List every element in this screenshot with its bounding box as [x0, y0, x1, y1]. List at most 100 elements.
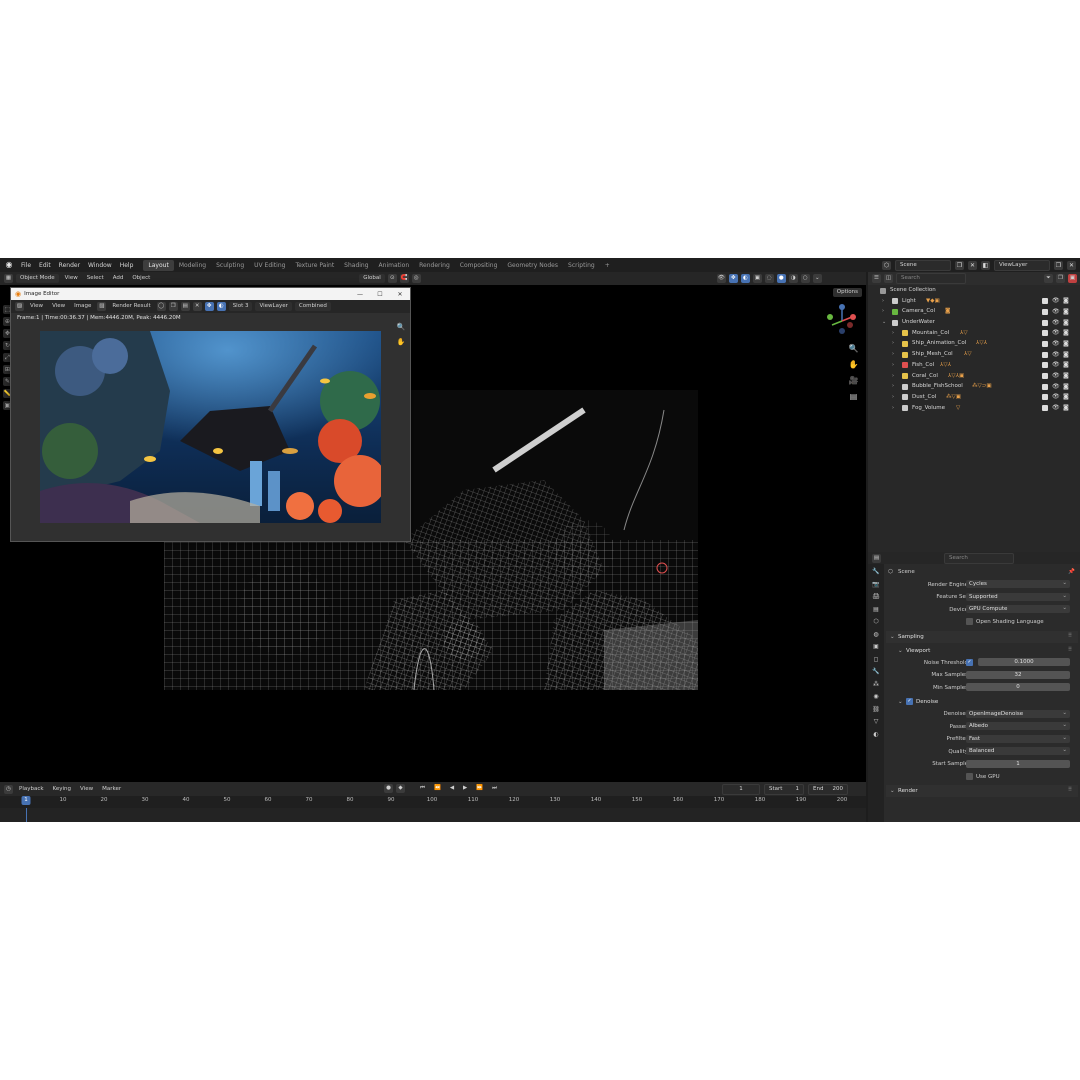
outliner-editor-icon[interactable]: ☰ — [872, 274, 881, 283]
render-camera-icon[interactable]: ◙ — [1063, 394, 1070, 400]
render-camera-icon[interactable]: ◙ — [1063, 340, 1070, 347]
jump-start-icon[interactable]: ⏮ — [417, 784, 428, 793]
wireframe-shading-icon[interactable]: ◌ — [764, 274, 774, 283]
rendered-shading-icon[interactable]: ○ — [800, 274, 810, 283]
menu-file[interactable]: File — [17, 262, 35, 269]
open-folder-icon[interactable]: ▤ — [180, 302, 190, 311]
render-camera-icon[interactable]: ◙ — [1063, 362, 1070, 368]
expand-arrow-icon[interactable]: › — [892, 349, 894, 360]
eye-icon[interactable]: 👁 — [1052, 362, 1060, 368]
physics-tab-icon[interactable]: ◉ — [872, 692, 881, 701]
tab-rendering[interactable]: Rendering — [414, 260, 455, 271]
eye-icon[interactable]: 👁 — [1052, 351, 1060, 358]
render-tab-icon[interactable]: 📷 — [872, 580, 881, 589]
delete-scene-icon[interactable]: ✕ — [968, 261, 977, 270]
minimize-button[interactable]: — — [350, 291, 370, 298]
scene-field[interactable]: Scene — [895, 260, 951, 271]
fake-user-icon[interactable]: ◯ — [156, 302, 166, 311]
material-shading-icon[interactable]: ◑ — [788, 274, 798, 283]
include-checkbox[interactable] — [1042, 308, 1048, 315]
eye-icon[interactable]: 👁 — [1052, 394, 1060, 400]
options-button[interactable]: Options — [832, 288, 862, 297]
viewport-subsection[interactable]: ⌄ Viewport ⠿ — [886, 644, 1078, 657]
filter-icon[interactable]: ⏷ — [1044, 274, 1053, 283]
transform-orientation-dropdown[interactable]: Global — [359, 274, 385, 283]
particles-tab-icon[interactable]: ⁂ — [872, 680, 881, 689]
tab-uv-editing[interactable]: UV Editing — [249, 260, 290, 271]
record-icon[interactable]: ● — [384, 784, 393, 793]
snap-icon[interactable]: 🧲 — [399, 274, 409, 283]
outliner-row-dust-col[interactable]: › Dust_Col ⁂▽▣ 👁 ◙ — [868, 392, 1080, 403]
camera-view-icon[interactable]: 🎥 — [848, 375, 859, 386]
marker-menu[interactable]: Marker — [99, 785, 124, 794]
new-view-layer-icon[interactable]: ❐ — [1054, 261, 1063, 270]
play-icon[interactable]: ▶ — [460, 784, 470, 793]
pan-hand-icon[interactable]: ✋ — [396, 337, 406, 347]
image-editor-window[interactable]: ◉ Image Editor — ☐ ✕ ▨ View View Image ▨… — [10, 287, 411, 542]
outliner-row-coral-col[interactable]: › Coral_Col ⅄▽⅄▣ 👁 ◙ — [868, 371, 1080, 382]
scene-collection-row[interactable]: Scene Collection — [868, 285, 1080, 296]
include-checkbox[interactable] — [1042, 394, 1048, 401]
tab-modeling[interactable]: Modeling — [174, 260, 211, 271]
render-engine-dropdown[interactable]: Cycles — [966, 579, 1070, 588]
expand-arrow-icon[interactable]: › — [882, 306, 884, 317]
unlink-icon[interactable]: ✕ — [192, 302, 202, 311]
image-browse-icon[interactable]: ▨ — [97, 302, 107, 311]
pivot-icon[interactable]: ⊙ — [387, 274, 397, 283]
view-layer-field[interactable]: ViewLayer — [994, 260, 1050, 271]
duplicate-icon[interactable]: ❐ — [168, 302, 178, 311]
timeline-view-menu[interactable]: View — [77, 785, 96, 794]
outliner-action-icon[interactable]: ▣ — [1068, 274, 1077, 283]
eye-icon[interactable]: 👁 — [1052, 330, 1060, 336]
outliner-row-camera-col[interactable]: › Camera_Col ◙ 👁 ◙ — [868, 306, 1080, 317]
maximize-button[interactable]: ☐ — [370, 291, 390, 298]
blender-logo-icon[interactable]: ◉ — [4, 260, 14, 270]
play-reverse-icon[interactable]: ◀ — [447, 784, 457, 793]
menu-help[interactable]: Help — [116, 262, 138, 269]
outliner-row-fog-volume[interactable]: › Fog_Volume ▽ 👁 ◙ — [868, 403, 1080, 414]
drag-handle-icon[interactable]: ⠿ — [1068, 647, 1072, 653]
properties-search-input[interactable]: Search — [944, 552, 1014, 564]
menu-render[interactable]: Render — [55, 262, 84, 269]
include-checkbox[interactable] — [1042, 405, 1048, 412]
outliner-search-input[interactable]: Search — [896, 273, 966, 284]
prefilter-dropdown[interactable]: Fast — [966, 734, 1070, 743]
visibility-icon[interactable]: 👁 — [716, 274, 726, 283]
view-layer-icon[interactable]: ◧ — [981, 261, 990, 270]
close-button[interactable]: ✕ — [390, 291, 410, 298]
quality-dropdown[interactable]: Balanced — [966, 746, 1070, 755]
zoom-icon[interactable]: 🔍 — [396, 322, 406, 332]
eye-icon[interactable]: 👁 — [1052, 319, 1060, 326]
pass-dropdown[interactable]: Combined — [294, 302, 331, 311]
outliner-row-light[interactable]: › Light ▼◆▣ 👁 ◙ — [868, 296, 1080, 307]
outliner-row-underwater[interactable]: ⌄ UnderWater 👁 ◙ — [868, 317, 1080, 328]
noise-threshold-checkbox[interactable]: ✓ — [966, 658, 973, 666]
editor-type-icon[interactable]: ▨ — [15, 302, 24, 311]
outliner-row-fish-col[interactable]: › Fish_Col ⅄▽⅄ 👁 ◙ — [868, 360, 1080, 371]
tab-geometry-nodes[interactable]: Geometry Nodes — [502, 260, 563, 271]
material-tab-icon[interactable]: ◐ — [872, 730, 881, 739]
device-dropdown[interactable]: GPU Compute — [966, 604, 1070, 613]
timeline-ruler[interactable]: 1 10 20 30 40 50 60 70 80 90 100 110 120… — [0, 796, 866, 808]
drag-handle-icon[interactable]: ⠿ — [1068, 787, 1072, 793]
expand-arrow-icon[interactable]: › — [892, 392, 894, 403]
pin-icon[interactable]: 📌 — [1068, 569, 1075, 575]
constraints-tab-icon[interactable]: ⛓ — [872, 705, 881, 714]
zoom-icon[interactable]: 🔍 — [848, 343, 859, 354]
tab-texture-paint[interactable]: Texture Paint — [290, 260, 339, 271]
menu-view[interactable]: View — [62, 274, 81, 283]
playhead[interactable]: 1 — [21, 796, 31, 805]
keying-menu[interactable]: Keying — [50, 785, 74, 794]
window-titlebar[interactable]: ◉ Image Editor — ☐ ✕ — [11, 288, 410, 300]
eye-icon[interactable]: 👁 — [1052, 340, 1060, 347]
playback-menu[interactable]: Playback — [16, 785, 47, 794]
start-sample-field[interactable]: 1 — [966, 759, 1070, 768]
add-workspace-button[interactable]: + — [600, 260, 615, 271]
keyframe-icon[interactable]: ◆ — [396, 784, 405, 793]
navigation-gizmo[interactable] — [822, 303, 862, 337]
view-mode-dropdown[interactable]: View — [27, 302, 46, 311]
menu-view[interactable]: View — [49, 302, 68, 311]
perspective-toggle-icon[interactable]: ▤ — [848, 391, 859, 402]
max-samples-field[interactable]: 32 — [966, 670, 1070, 679]
denoise-checkbox[interactable]: ✓ — [906, 698, 913, 705]
